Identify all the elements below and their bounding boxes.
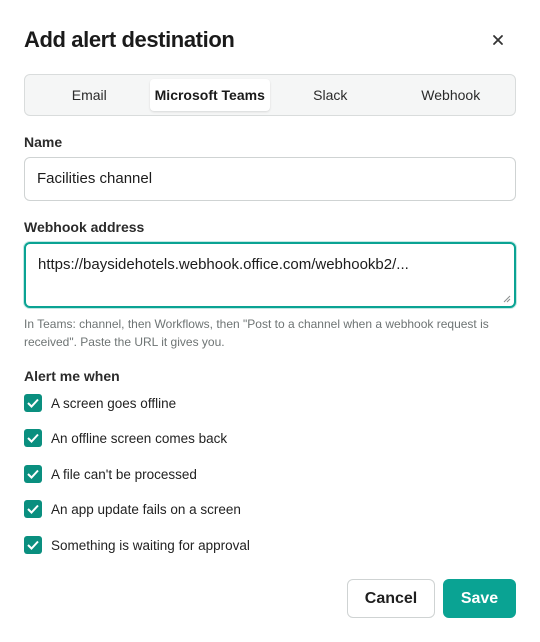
close-button[interactable] [484,26,512,54]
close-icon [493,35,503,45]
check-icon [27,433,39,443]
resize-handle-icon[interactable] [503,295,511,303]
webhook-address-value: https://baysidehotels.webhook.office.com… [38,256,409,273]
alert-option-app-update-fails[interactable]: An app update fails on a screen [24,499,241,519]
alert-option-label: A screen goes offline [51,395,177,411]
check-icon [27,469,39,479]
check-icon [27,504,39,514]
tab-email[interactable]: Email [29,79,150,111]
tab-slack[interactable]: Slack [270,79,391,111]
name-label: Name [24,134,63,150]
destination-type-tabs: Email Microsoft Teams Slack Webhook [24,74,516,116]
alert-option-label: An app update fails on a screen [51,501,241,517]
check-icon [27,398,39,408]
alert-option-screen-offline[interactable]: A screen goes offline [24,393,176,413]
checkbox-checked[interactable] [24,429,42,447]
name-input[interactable]: Facilities channel [24,157,516,201]
dialog-title: Add alert destination [24,27,235,52]
alert-option-file-failed[interactable]: A file can't be processed [24,464,197,484]
checkbox-checked[interactable] [24,536,42,554]
checkbox-checked[interactable] [24,394,42,412]
alert-option-label: A file can't be processed [51,466,197,482]
tab-webhook[interactable]: Webhook [391,79,512,111]
add-alert-destination-dialog: Add alert destination Email Microsoft Te… [0,0,540,642]
checkbox-checked[interactable] [24,500,42,518]
check-icon [27,540,39,550]
alert-option-label: Something is waiting for approval [51,537,250,553]
alert-me-when-label: Alert me when [24,368,120,384]
save-button[interactable]: Save [443,579,516,618]
webhook-help-text: In Teams: channel, then Workflows, then … [24,317,489,349]
alert-option-waiting-approval[interactable]: Something is waiting for approval [24,535,250,555]
tab-microsoft-teams[interactable]: Microsoft Teams [149,79,270,111]
checkbox-checked[interactable] [24,465,42,483]
alert-option-screen-back[interactable]: An offline screen comes back [24,428,227,448]
webhook-address-input[interactable]: https://baysidehotels.webhook.office.com… [24,242,516,308]
alert-option-label: An offline screen comes back [51,430,228,446]
cancel-button[interactable]: Cancel [347,579,435,618]
webhook-address-label: Webhook address [24,219,145,235]
